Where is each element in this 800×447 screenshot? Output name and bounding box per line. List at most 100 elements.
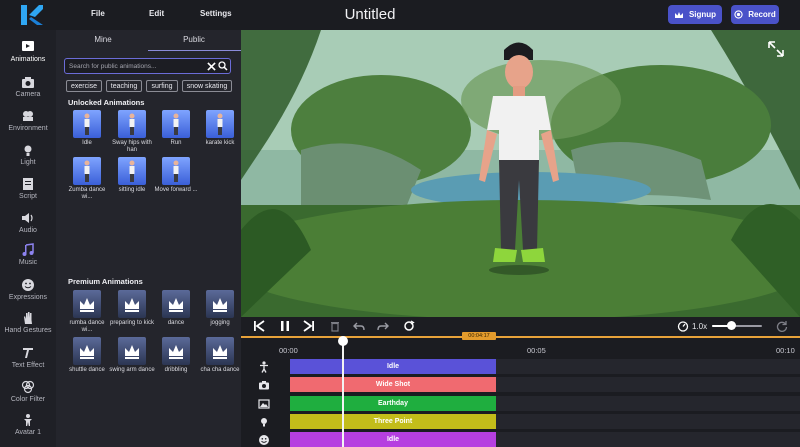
signup-button[interactable]: Signup: [668, 5, 722, 24]
menu-file[interactable]: File: [91, 9, 105, 18]
animation-label: Run: [170, 140, 182, 146]
animation-card[interactable]: sitting idle: [109, 157, 155, 194]
light-icon: [24, 145, 32, 156]
animation-label: Sway hips with han: [112, 140, 152, 153]
chip-surfing[interactable]: surfing: [146, 80, 178, 92]
person-icon: [260, 361, 268, 373]
track-clip-expression[interactable]: Idle: [290, 432, 496, 447]
rail-item-script[interactable]: Script: [0, 177, 56, 200]
redo-icon[interactable]: [377, 320, 389, 332]
track-clip-light[interactable]: Three Point: [290, 414, 496, 429]
animation-label: shuttle dance: [69, 367, 105, 373]
animation-card[interactable]: Run: [153, 110, 199, 147]
premium-animation-card[interactable]: preparing to kick: [109, 290, 155, 327]
current-time-badge: 00:04:17: [462, 332, 496, 340]
rail-item-audio[interactable]: Audio: [0, 211, 56, 234]
reset-icon[interactable]: [776, 320, 788, 332]
rail-item-light[interactable]: Light: [0, 143, 56, 166]
track-clip-camera[interactable]: Wide Shot: [290, 377, 496, 392]
avatar-icon: [24, 414, 32, 426]
animation-card[interactable]: karate kick: [197, 110, 243, 147]
search-box[interactable]: [64, 58, 231, 74]
animation-thumbnail: [73, 110, 101, 138]
crown-icon: [162, 337, 190, 365]
search-icon[interactable]: [218, 61, 228, 71]
rail-label-hand-gestures: Hand Gestures: [4, 327, 52, 334]
premium-section-title: Premium Animations: [68, 277, 143, 286]
track-clip-animation[interactable]: Idle: [290, 359, 496, 374]
menu-edit[interactable]: Edit: [149, 9, 164, 18]
animation-label: sitting idle: [118, 187, 146, 193]
tick-label: 00:05: [527, 346, 546, 355]
app-logo[interactable]: [18, 3, 44, 27]
face-icon: [259, 435, 269, 445]
chip-exercise[interactable]: exercise: [66, 80, 102, 92]
animation-label: karate kick: [205, 140, 235, 146]
rail-item-environment[interactable]: Environment: [0, 109, 56, 132]
skip-start-icon[interactable]: [253, 320, 265, 332]
unlocked-section-title: Unlocked Animations: [68, 98, 145, 107]
loop-icon[interactable]: [403, 320, 415, 332]
premium-animation-card[interactable]: dribbling: [153, 337, 199, 374]
project-title[interactable]: Untitled: [330, 6, 410, 23]
animation-label: cha cha dance: [200, 367, 240, 373]
animation-label: Zumba dance wi...: [68, 187, 106, 200]
text-effect-icon: [23, 348, 33, 358]
animation-card[interactable]: Idle: [64, 110, 110, 147]
animation-card[interactable]: Sway hips with han: [109, 110, 155, 154]
expressions-icon: [22, 279, 34, 291]
premium-animation-card[interactable]: rumba dance wi...: [64, 290, 110, 334]
playhead-handle[interactable]: [338, 336, 348, 346]
playhead[interactable]: [342, 340, 344, 447]
skip-end-icon[interactable]: [303, 320, 315, 332]
track-clip-environment[interactable]: Earthday: [290, 396, 496, 411]
rail-item-text-effect[interactable]: Text Effect: [0, 346, 56, 369]
crown-icon: [73, 290, 101, 318]
animation-thumbnail: [118, 110, 146, 138]
animation-thumbnail: [206, 110, 234, 138]
crown-icon: [73, 337, 101, 365]
crown-icon: [162, 290, 190, 318]
chip-snow-skating[interactable]: snow skating: [182, 80, 232, 92]
premium-animation-card[interactable]: dance: [153, 290, 199, 327]
animation-label: swing arm dance: [109, 367, 155, 373]
animation-card[interactable]: Move forward ...: [153, 157, 199, 194]
speed-timer-icon[interactable]: [677, 320, 689, 332]
clear-icon[interactable]: [207, 62, 216, 71]
light-icon: [261, 418, 267, 427]
record-button[interactable]: Record: [731, 5, 779, 24]
rail-item-camera[interactable]: Camera: [0, 75, 56, 98]
color-filter-icon: [21, 380, 35, 394]
premium-animation-card[interactable]: cha cha dance: [197, 337, 243, 374]
scene-viewport[interactable]: [241, 30, 800, 317]
rail-item-hand-gestures[interactable]: Hand Gestures: [0, 311, 56, 334]
audio-icon: [22, 213, 33, 223]
animation-label: preparing to kick: [109, 320, 155, 326]
menu-settings[interactable]: Settings: [200, 9, 232, 18]
rail-item-expressions[interactable]: Expressions: [0, 278, 56, 301]
premium-animation-card[interactable]: shuttle dance: [64, 337, 110, 374]
trash-icon[interactable]: [329, 320, 341, 332]
premium-animation-card[interactable]: swing arm dance: [109, 337, 155, 374]
animation-card[interactable]: Zumba dance wi...: [64, 157, 110, 201]
rail-item-music[interactable]: Music: [0, 243, 56, 266]
animation-thumbnail: [73, 157, 101, 185]
chip-teaching[interactable]: teaching: [106, 80, 142, 92]
animation-label: dribbling: [164, 367, 188, 373]
search-input[interactable]: [69, 61, 204, 72]
rail-item-animations[interactable]: Animations: [0, 40, 56, 63]
undo-icon[interactable]: [353, 320, 365, 332]
camera-icon: [259, 381, 269, 390]
rail-item-color-filter[interactable]: Color Filter: [0, 380, 56, 403]
tab-mine[interactable]: Mine: [58, 35, 148, 51]
rail-item-avatar[interactable]: Avatar 1: [0, 413, 56, 436]
speed-label: 1.0x: [692, 322, 708, 331]
rail-label-color-filter: Color Filter: [10, 396, 46, 403]
rail-label-animations: Animations: [10, 56, 46, 63]
crown-icon: [206, 337, 234, 365]
premium-animation-card[interactable]: jogging: [197, 290, 243, 327]
tab-public[interactable]: Public: [149, 35, 239, 51]
crown-icon: [206, 290, 234, 318]
pause-icon[interactable]: [279, 320, 291, 332]
speed-slider-knob[interactable]: [727, 321, 736, 330]
